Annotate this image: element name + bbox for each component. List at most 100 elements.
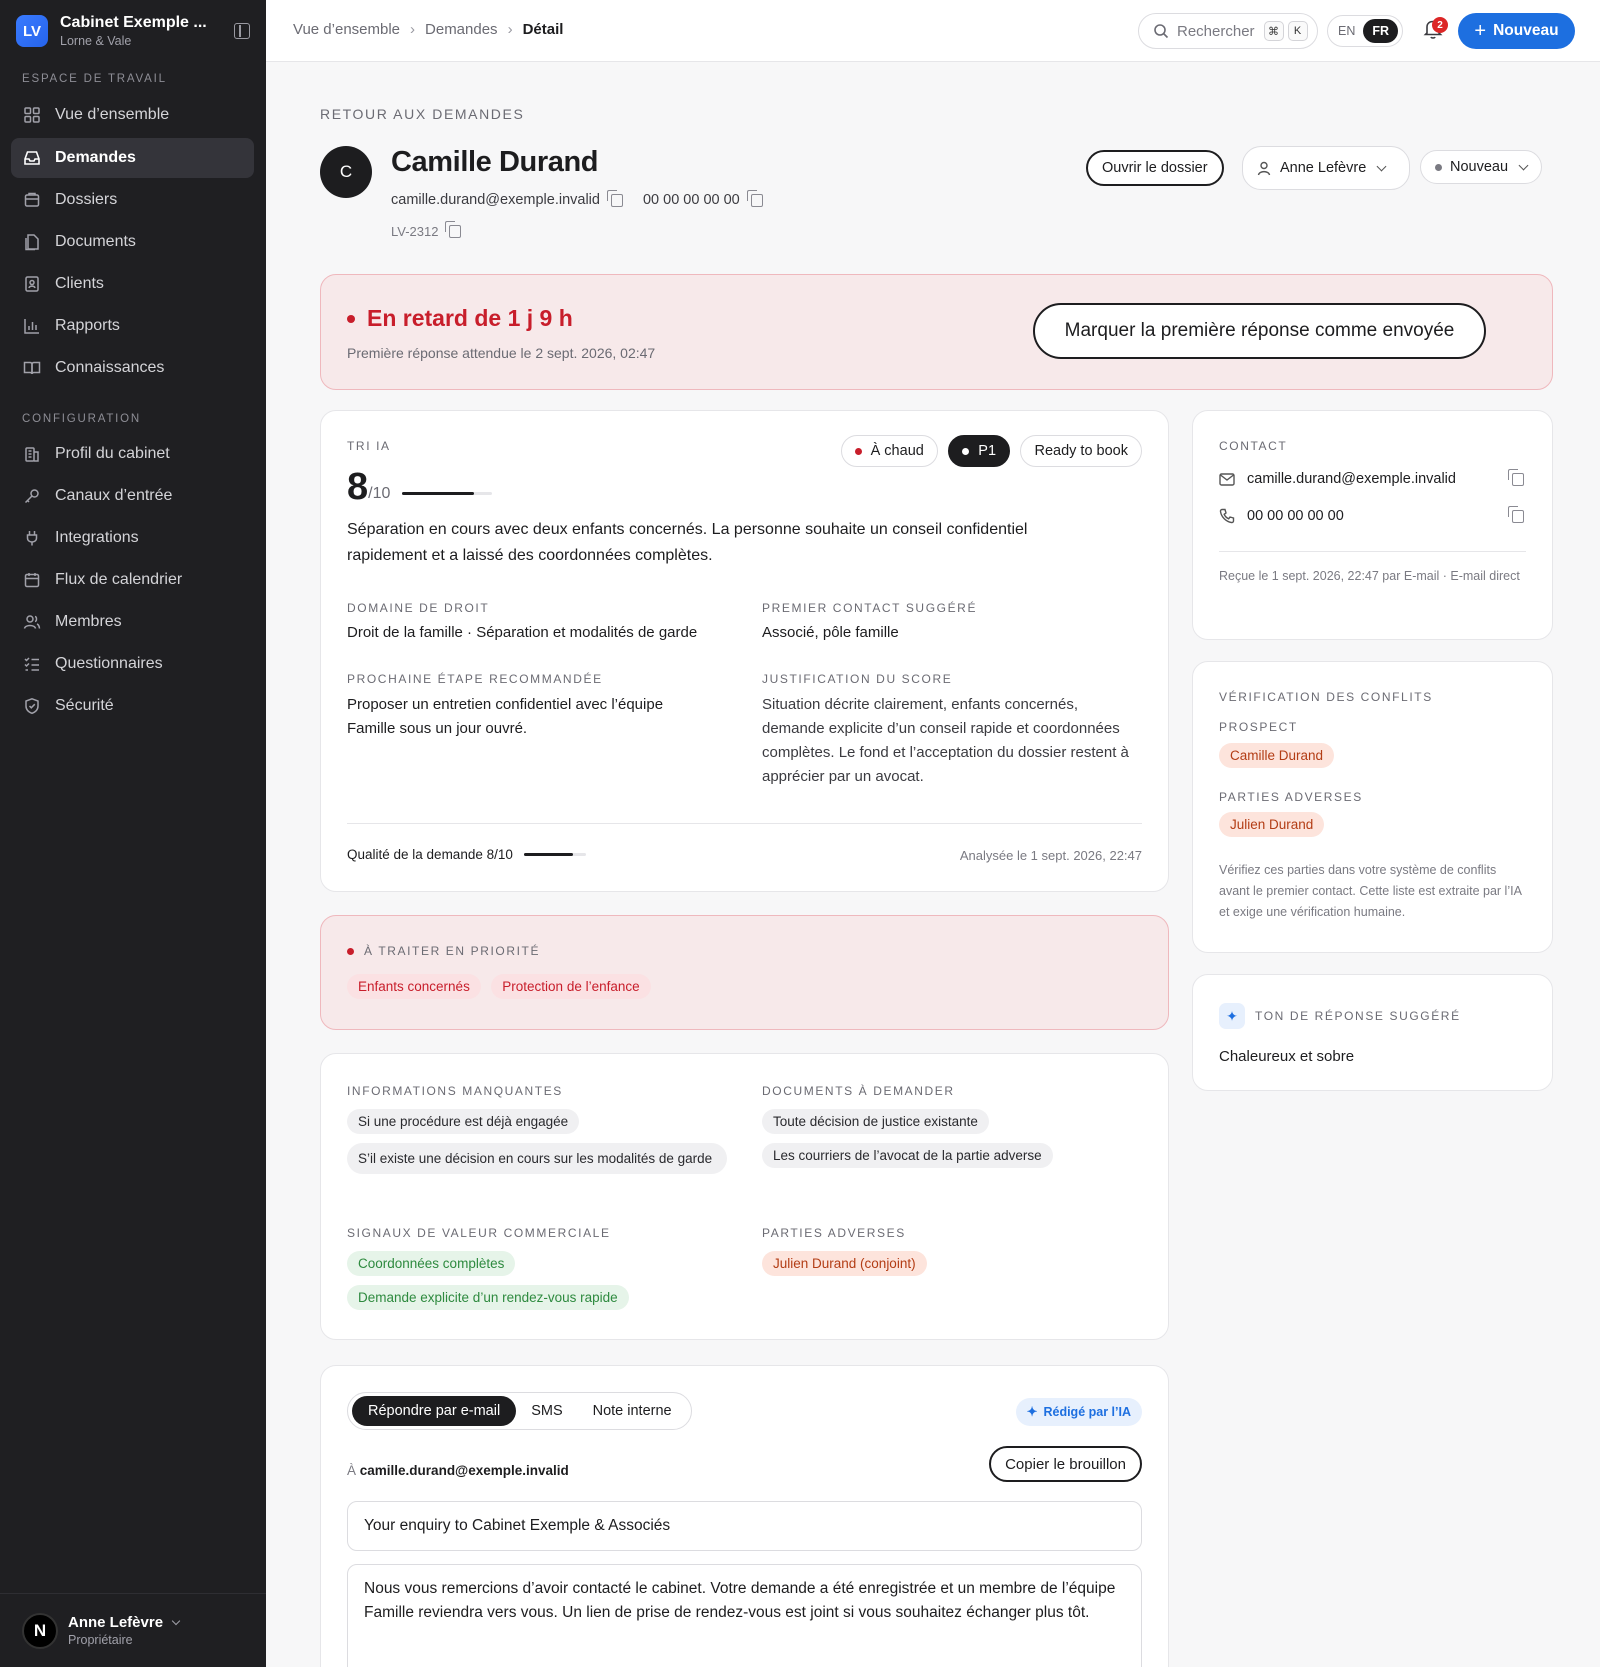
body-textarea[interactable]: Nous vous remercions d’avoir contacté le… bbox=[347, 1564, 1142, 1667]
chevron-right-icon: › bbox=[410, 21, 416, 38]
sidebar-item-label: Rapports bbox=[55, 317, 120, 334]
new-button[interactable]: + Nouveau bbox=[1458, 13, 1575, 49]
user-menu[interactable]: N Anne Lefèvre Propriétaire bbox=[0, 1593, 266, 1667]
assignee-label: Anne Lefèvre bbox=[1280, 160, 1367, 176]
reply-recipient: À camille.durand@exemple.invalid bbox=[347, 1463, 569, 1478]
received-info: Reçue le 1 sept. 2026, 22:47 par E-mail … bbox=[1219, 569, 1520, 583]
score-value: 8 bbox=[347, 466, 369, 508]
sidebar-item-canaux[interactable]: Canaux d’entrée bbox=[11, 476, 254, 516]
sidebar-item-dossiers[interactable]: Dossiers bbox=[11, 180, 254, 220]
phone-icon bbox=[1219, 508, 1235, 524]
triage-label: TRI IA bbox=[347, 439, 391, 453]
sidebar-item-connaissances[interactable]: Connaissances bbox=[11, 348, 254, 388]
sidebar-item-integrations[interactable]: Integrations bbox=[11, 518, 254, 558]
tag-label: À chaud bbox=[870, 443, 924, 459]
request-quality: Qualité de la demande 8/10 bbox=[347, 847, 586, 862]
status-select[interactable]: Nouveau bbox=[1420, 150, 1543, 184]
mark-first-reply-button[interactable]: Marquer la première réponse comme envoyé… bbox=[1033, 303, 1486, 359]
lang-fr[interactable]: FR bbox=[1363, 19, 1398, 43]
sidebar-item-overview[interactable]: Vue d’ensemble bbox=[11, 95, 254, 135]
copy-email-icon[interactable] bbox=[606, 189, 623, 207]
assignee-select[interactable]: Anne Lefèvre bbox=[1242, 146, 1410, 190]
search-input[interactable]: Rechercher ⌘ K bbox=[1138, 13, 1318, 49]
tab-email[interactable]: Répondre par e-mail bbox=[352, 1396, 517, 1426]
workspace-switcher[interactable]: LV Cabinet Exemple ... Lorne & Vale bbox=[16, 14, 250, 48]
alert-dot bbox=[347, 314, 355, 323]
tone-header: ✦ TON DE RÉPONSE SUGGÉRÉ bbox=[1219, 1003, 1461, 1029]
tag-ready: Ready to book bbox=[1020, 435, 1142, 467]
workspace-name: Cabinet Exemple ... bbox=[60, 14, 207, 31]
lang-en[interactable]: EN bbox=[1332, 19, 1361, 43]
breadcrumb-demandes[interactable]: Demandes bbox=[425, 21, 498, 38]
sidebar-item-documents[interactable]: Documents bbox=[11, 222, 254, 262]
commercial-signals-list: Coordonnées complètes Demande explicite … bbox=[347, 1251, 629, 1310]
sidebar-item-calendrier[interactable]: Flux de calendrier bbox=[11, 560, 254, 600]
contact-phone: 00 00 00 00 00 bbox=[1247, 508, 1344, 524]
missing-info-chip: S’il existe une décision en cours sur le… bbox=[347, 1143, 727, 1174]
collapse-sidebar-icon[interactable] bbox=[234, 23, 250, 39]
back-link[interactable]: RETOUR AUX DEMANDES bbox=[320, 106, 524, 122]
signal-chip: Coordonnées complètes bbox=[347, 1251, 516, 1276]
divider bbox=[347, 823, 1142, 824]
chevron-right-icon: › bbox=[507, 21, 513, 38]
conflict-check-label: VÉRIFICATION DES CONFLITS bbox=[1219, 690, 1433, 704]
divider bbox=[1219, 551, 1526, 552]
sidebar-item-profil-cabinet[interactable]: Profil du cabinet bbox=[11, 434, 254, 474]
tab-internal-note[interactable]: Note interne bbox=[578, 1396, 687, 1426]
sidebar-item-label: Canaux d’entrée bbox=[55, 487, 173, 504]
chevron-down-icon bbox=[171, 1616, 181, 1625]
contact-phone-row: 00 00 00 00 00 bbox=[1219, 505, 1524, 524]
tag-label: P1 bbox=[978, 443, 997, 459]
sidebar-item-clients[interactable]: Clients bbox=[11, 264, 254, 304]
copy-draft-button[interactable]: Copier le brouillon bbox=[989, 1446, 1142, 1482]
breadcrumb-overview[interactable]: Vue d’ensemble bbox=[293, 21, 400, 38]
recipient-email: camille.durand@exemple.invalid bbox=[359, 1463, 569, 1478]
reference: LV-2312 bbox=[391, 221, 462, 239]
workspace-subtitle: Lorne & Vale bbox=[60, 34, 132, 48]
subject-input[interactable]: Your enquiry to Cabinet Exemple & Associ… bbox=[347, 1501, 1142, 1551]
suggested-contact-value: Associé, pôle famille bbox=[762, 624, 899, 641]
inbox-icon bbox=[23, 149, 41, 167]
tab-sms[interactable]: SMS bbox=[516, 1396, 577, 1426]
adverse-parties-label: PARTIES ADVERSES bbox=[762, 1226, 906, 1240]
section-label-configuration: CONFIGURATION bbox=[22, 413, 142, 425]
sidebar-item-questionnaires[interactable]: Questionnaires bbox=[11, 644, 254, 684]
prospect-chip: Camille Durand bbox=[1219, 743, 1335, 768]
section-label-workspace: ESPACE DE TRAVAIL bbox=[22, 73, 167, 85]
copy-reference-icon[interactable] bbox=[445, 221, 462, 238]
sidebar-item-membres[interactable]: Membres bbox=[11, 602, 254, 642]
sidebar-item-securite[interactable]: Sécurité bbox=[11, 686, 254, 726]
adverse-parties-list: Julien Durand (conjoint) bbox=[762, 1251, 927, 1276]
tone-label: TON DE RÉPONSE SUGGÉRÉ bbox=[1255, 1009, 1461, 1023]
folder-icon bbox=[23, 191, 41, 209]
ai-drafted-label: Rédigé par l’IA bbox=[1043, 1405, 1131, 1419]
score-bar bbox=[402, 492, 493, 495]
avatar: C bbox=[320, 146, 372, 198]
reply-card: Répondre par e-mail SMS Note interne ✦ R… bbox=[320, 1365, 1169, 1667]
calendar-icon bbox=[23, 571, 41, 589]
quality-bar-fill bbox=[523, 853, 574, 856]
sidebar-item-label: Clients bbox=[55, 275, 104, 292]
copy-phone-icon[interactable] bbox=[1508, 505, 1524, 523]
sidebar-item-demandes[interactable]: Demandes bbox=[11, 138, 254, 178]
missing-info-list: Si une procédure est déjà engagée S’il e… bbox=[347, 1109, 727, 1174]
notification-badge: 2 bbox=[1432, 17, 1448, 33]
chart-icon bbox=[23, 317, 41, 335]
overdue-title: En retard de 1 j 9 h bbox=[347, 305, 573, 332]
sidebar-item-rapports[interactable]: Rapports bbox=[11, 306, 254, 346]
conflict-check-card: VÉRIFICATION DES CONFLITS PROSPECT Camil… bbox=[1192, 661, 1553, 953]
users-icon bbox=[23, 613, 41, 631]
breadcrumb: Vue d’ensemble › Demandes › Détail bbox=[293, 21, 563, 38]
copy-phone-icon[interactable] bbox=[746, 189, 763, 207]
conflict-adverse-chip: Julien Durand bbox=[1219, 812, 1325, 837]
sidebar-item-label: Documents bbox=[55, 233, 136, 250]
copy-email-icon[interactable] bbox=[1508, 468, 1524, 486]
tag-priority: P1 bbox=[948, 435, 1011, 467]
status-label: Nouveau bbox=[1450, 159, 1509, 175]
sidebar-item-label: Sécurité bbox=[55, 697, 114, 714]
key-icon bbox=[23, 487, 41, 505]
contact-email: camille.durand@exemple.invalid bbox=[1247, 471, 1456, 487]
contact-card: CONTACT camille.durand@exemple.invalid 0… bbox=[1192, 410, 1553, 640]
suggested-contact-label: PREMIER CONTACT SUGGÉRÉ bbox=[762, 601, 978, 615]
open-file-button[interactable]: Ouvrir le dossier bbox=[1086, 150, 1224, 186]
